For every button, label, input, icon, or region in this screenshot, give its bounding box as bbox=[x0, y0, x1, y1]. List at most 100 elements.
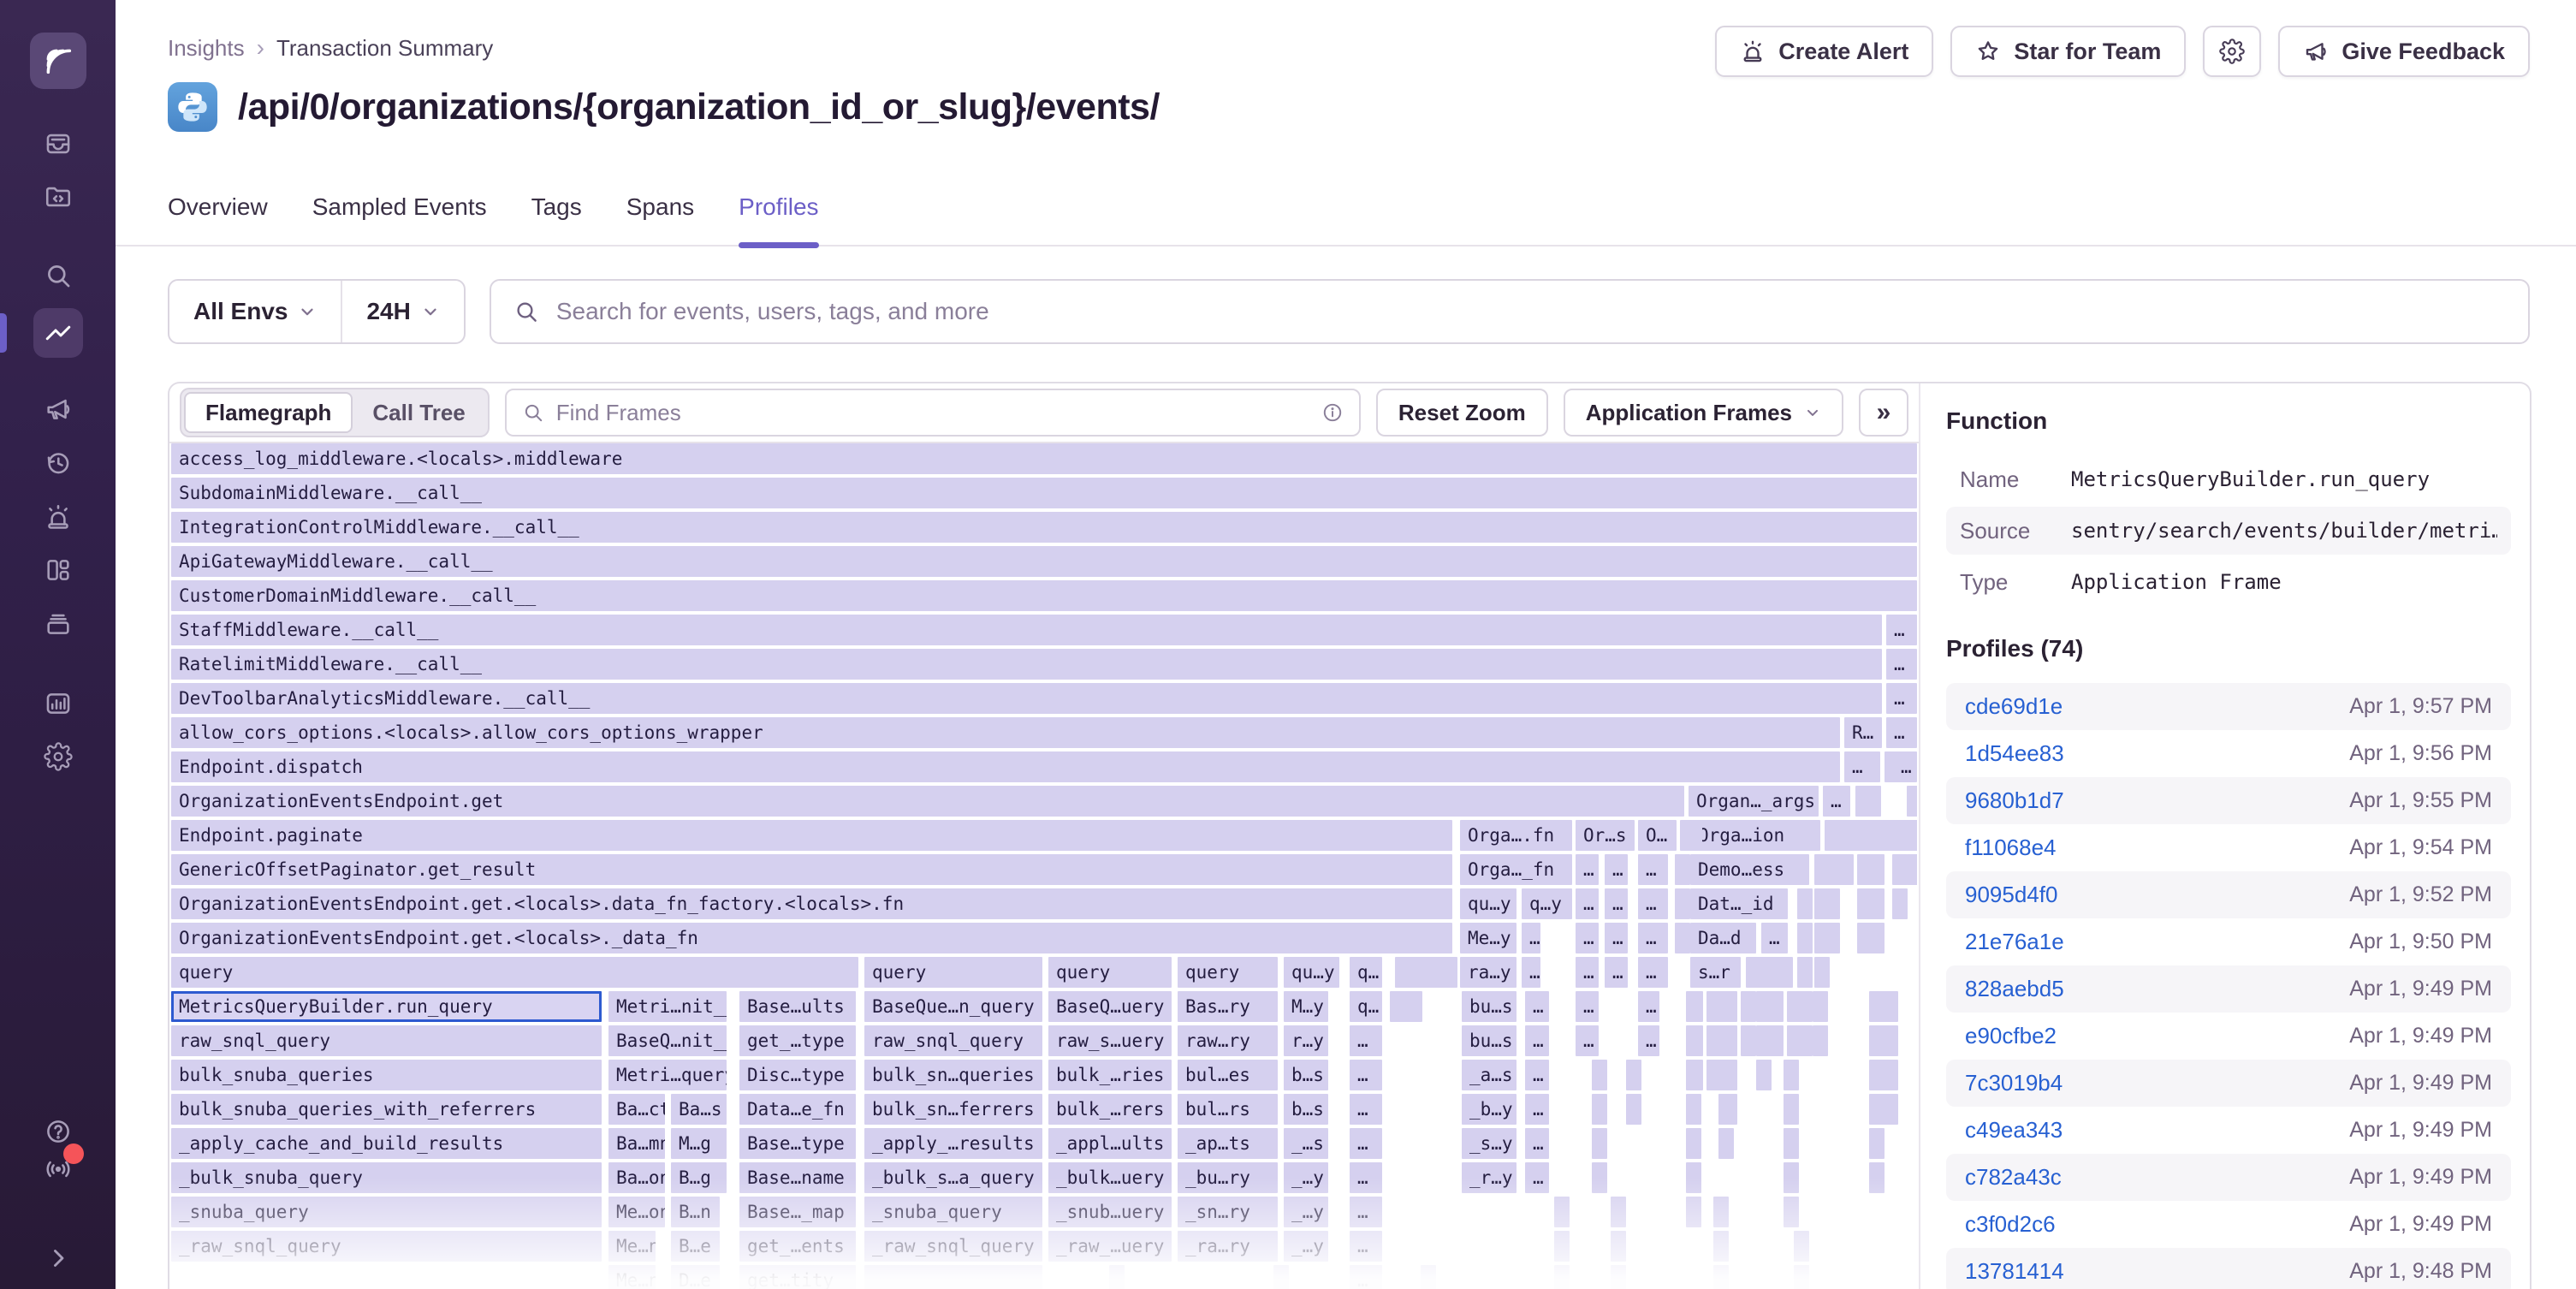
flame-cell[interactable]: _bulk_snuba_query bbox=[171, 1162, 602, 1193]
tab-tags[interactable]: Tags bbox=[531, 193, 582, 245]
sidebar-item-help[interactable] bbox=[43, 1116, 74, 1147]
flame-cell[interactable]: … bbox=[1638, 888, 1668, 919]
sidebar-item-explore[interactable] bbox=[43, 181, 74, 212]
flame-cell[interactable]: _raw_snql_query bbox=[171, 1231, 602, 1262]
flame-cell[interactable] bbox=[1857, 888, 1873, 919]
flame-cell[interactable]: _bulk_s…a_query bbox=[864, 1162, 1042, 1193]
flame-cell[interactable]: _ra…ry bbox=[1178, 1231, 1278, 1262]
flame-cell[interactable]: BaseQ…uery bbox=[1048, 991, 1172, 1022]
flame-cell[interactable] bbox=[1787, 1025, 1802, 1056]
flame-cell[interactable]: RatelimitMiddleware.__call__ bbox=[171, 649, 1882, 680]
give-feedback-button[interactable]: Give Feedback bbox=[2278, 26, 2530, 77]
flame-cell[interactable]: Me…n bbox=[608, 1231, 656, 1262]
flame-cell[interactable]: _raw_…uery bbox=[1048, 1231, 1172, 1262]
flame-cell[interactable] bbox=[1883, 1094, 1898, 1125]
flame-cell[interactable] bbox=[1592, 1060, 1607, 1090]
flame-cell[interactable]: … bbox=[1576, 888, 1599, 919]
flame-cell[interactable]: s…r bbox=[1690, 957, 1741, 988]
flame-cell[interactable] bbox=[1421, 1265, 1436, 1289]
flame-cell[interactable]: B…g bbox=[671, 1162, 727, 1193]
flame-cell[interactable]: bulk_…ries bbox=[1048, 1060, 1172, 1090]
flame-cell[interactable]: … bbox=[1525, 1128, 1549, 1159]
flame-cell[interactable] bbox=[1706, 1025, 1722, 1056]
flame-cell[interactable]: … bbox=[1525, 1025, 1549, 1056]
create-alert-button[interactable]: Create Alert bbox=[1715, 26, 1933, 77]
flame-cell[interactable]: Me…n bbox=[608, 1265, 656, 1289]
flame-cell[interactable]: OrganizationEventsEndpoint.get bbox=[171, 786, 1684, 817]
flame-cell[interactable] bbox=[1554, 1265, 1570, 1289]
flame-cell[interactable] bbox=[1686, 1128, 1701, 1159]
flame-cell[interactable]: ra…y bbox=[1460, 957, 1517, 988]
flame-cell[interactable] bbox=[1756, 1060, 1772, 1090]
flame-cell[interactable]: Endpoint.paginate bbox=[171, 820, 1452, 851]
flame-cell[interactable]: … bbox=[1605, 888, 1628, 919]
flame-cell[interactable]: … bbox=[1350, 1265, 1382, 1289]
flame-cell[interactable]: D…e bbox=[671, 1265, 720, 1289]
flame-cell[interactable]: _bu…ry bbox=[1178, 1162, 1278, 1193]
flame-cell[interactable] bbox=[1741, 991, 1756, 1022]
flame-cell[interactable]: qu…y bbox=[1460, 888, 1517, 919]
flame-cell[interactable] bbox=[1554, 1231, 1570, 1262]
flame-cell[interactable]: Orga…_fn bbox=[1460, 854, 1572, 885]
sidebar-item-stats[interactable] bbox=[43, 688, 74, 719]
flame-cell[interactable]: bulk_…rers bbox=[1048, 1094, 1172, 1125]
flame-cell[interactable] bbox=[1797, 888, 1813, 919]
flame-cell[interactable] bbox=[1756, 991, 1772, 1022]
environment-selector[interactable]: All Envs bbox=[169, 281, 341, 342]
flame-cell[interactable]: get_…ents bbox=[739, 1231, 856, 1262]
flame-cell[interactable]: Or…s bbox=[1576, 820, 1635, 851]
collapse-panel-button[interactable]: » bbox=[1859, 389, 1908, 437]
flame-cell[interactable]: Orga…ion bbox=[1690, 820, 1820, 851]
flame-cell[interactable] bbox=[1611, 1197, 1626, 1227]
sidebar-expand-chevron-icon[interactable] bbox=[43, 1243, 74, 1274]
flame-cell[interactable] bbox=[1756, 1025, 1772, 1056]
flame-cell[interactable]: … bbox=[1761, 923, 1788, 953]
flame-cell[interactable]: get…tity bbox=[739, 1265, 856, 1289]
flame-cell[interactable]: Ba…on bbox=[608, 1162, 665, 1193]
flame-cell[interactable] bbox=[1794, 1265, 1809, 1289]
flame-cell[interactable]: _apply_cache_and_build_results bbox=[171, 1128, 602, 1159]
flame-cell[interactable] bbox=[1713, 1265, 1729, 1289]
sidebar-item-issues[interactable] bbox=[43, 128, 74, 159]
flame-cell[interactable]: … bbox=[1605, 854, 1628, 885]
flame-cell[interactable]: … bbox=[1350, 1060, 1382, 1090]
flame-cell[interactable]: b…s bbox=[1284, 1094, 1328, 1125]
flame-cell[interactable]: … bbox=[1576, 854, 1599, 885]
profile-link[interactable]: 1d54ee83 bbox=[1965, 740, 2064, 767]
flame-cell[interactable]: M…y bbox=[1284, 991, 1328, 1022]
tab-spans[interactable]: Spans bbox=[626, 193, 694, 245]
frame-filter-select[interactable]: Application Frames bbox=[1564, 389, 1843, 437]
flame-cell[interactable]: bu…s bbox=[1462, 991, 1517, 1022]
flame-cell[interactable]: q… bbox=[1350, 957, 1382, 988]
flame-cell[interactable] bbox=[1675, 923, 1690, 953]
flame-cell[interactable]: Endpoint.dispatch bbox=[171, 751, 1840, 782]
flame-cell[interactable] bbox=[1869, 1128, 1885, 1159]
flame-cell[interactable]: O… bbox=[1638, 820, 1677, 851]
flame-cell[interactable]: … bbox=[1638, 991, 1659, 1022]
flame-cell[interactable]: Data…e_fn bbox=[739, 1094, 856, 1125]
flame-cell[interactable]: … bbox=[1844, 751, 1880, 782]
flame-cell[interactable]: _r…y bbox=[1462, 1162, 1517, 1193]
flame-cell[interactable]: _snub…uery bbox=[1048, 1197, 1172, 1227]
profile-link[interactable]: 13781414 bbox=[1965, 1258, 2064, 1285]
flame-cell[interactable]: … bbox=[1886, 717, 1917, 748]
flame-cell[interactable] bbox=[1883, 1025, 1898, 1056]
flame-cell[interactable]: BaseQue…n_query bbox=[864, 991, 1042, 1022]
flame-cell[interactable] bbox=[1784, 1197, 1799, 1227]
flame-cell[interactable] bbox=[1869, 991, 1885, 1022]
flame-cell[interactable]: … bbox=[1350, 1094, 1382, 1125]
flame-cell[interactable] bbox=[1675, 854, 1690, 885]
flame-cell[interactable]: … bbox=[1522, 923, 1540, 953]
sidebar-item-settings[interactable] bbox=[43, 741, 74, 772]
profile-link[interactable]: f11068e4 bbox=[1965, 835, 2057, 861]
flame-cell[interactable] bbox=[1855, 786, 1871, 817]
flame-cell[interactable] bbox=[1554, 1197, 1570, 1227]
flame-cell[interactable]: _…y bbox=[1284, 1231, 1328, 1262]
settings-button[interactable] bbox=[2203, 26, 2261, 77]
flame-cell[interactable] bbox=[1680, 820, 1695, 851]
flame-cell[interactable]: q… bbox=[1350, 991, 1382, 1022]
flame-cell[interactable] bbox=[1813, 1025, 1828, 1056]
flame-cell[interactable]: bulk_snuba_queries bbox=[171, 1060, 602, 1090]
flame-cell[interactable]: GenericOffsetPaginator.get_result bbox=[171, 854, 1452, 885]
profile-link[interactable]: e90cfbe2 bbox=[1965, 1023, 2057, 1049]
